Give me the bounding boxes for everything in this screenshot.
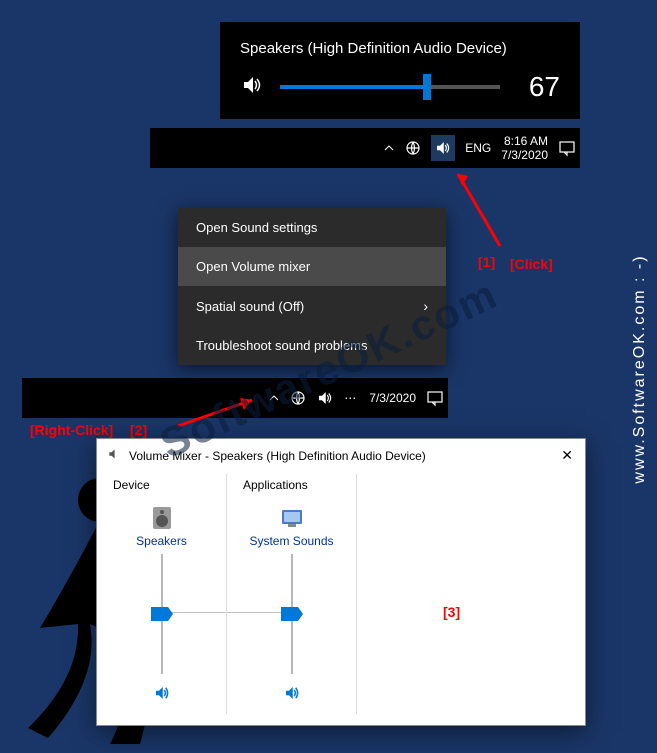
language-indicator[interactable]: ENG bbox=[465, 141, 491, 155]
window-title: Volume Mixer - Speakers (High Definition… bbox=[129, 449, 426, 463]
menu-item-label: Troubleshoot sound problems bbox=[196, 338, 368, 353]
annotation-1-number: [1] bbox=[478, 254, 495, 270]
annotation-1-label: [Click] bbox=[510, 256, 553, 272]
device-volume-slider[interactable] bbox=[148, 554, 176, 674]
device-section-label: Device bbox=[97, 474, 226, 498]
taskbar-date: 7/3/2020 bbox=[501, 148, 548, 162]
device-name[interactable]: Speakers bbox=[97, 534, 226, 548]
action-center-icon[interactable] bbox=[426, 389, 444, 407]
taskbar-date[interactable]: 7/3/2020 bbox=[369, 391, 416, 405]
chevron-right-icon: › bbox=[423, 298, 428, 314]
annotation-2-label: [Right-Click] bbox=[30, 422, 113, 438]
tray-overflow-icon[interactable] bbox=[268, 392, 280, 404]
taskbar-time: 8:16 AM bbox=[504, 134, 548, 148]
app-name[interactable]: System Sounds bbox=[227, 534, 356, 548]
volume-mixer-window: Volume Mixer - Speakers (High Definition… bbox=[96, 438, 586, 726]
app-volume-slider[interactable] bbox=[278, 554, 306, 674]
speaker-device-icon[interactable] bbox=[148, 504, 176, 532]
menu-spatial-sound[interactable]: Spatial sound (Off) › bbox=[178, 286, 446, 326]
arrow-1 bbox=[450, 166, 510, 261]
annotation-2-number: [2] bbox=[130, 422, 147, 438]
volume-value: 67 bbox=[516, 71, 560, 103]
menu-open-volume-mixer[interactable]: Open Volume mixer bbox=[178, 247, 446, 286]
action-center-icon[interactable] bbox=[558, 139, 576, 157]
context-menu: Open Sound settings Open Volume mixer Sp… bbox=[178, 208, 446, 365]
menu-open-sound-settings[interactable]: Open Sound settings bbox=[178, 208, 446, 247]
app-mute-button[interactable] bbox=[227, 684, 356, 707]
taskbar-clock[interactable]: 8:16 AM 7/3/2020 bbox=[501, 134, 548, 163]
menu-troubleshoot[interactable]: Troubleshoot sound problems bbox=[178, 326, 446, 365]
annotation-3-number: [3] bbox=[443, 604, 460, 620]
speaker-small-icon bbox=[107, 447, 121, 464]
volume-tray-icon[interactable] bbox=[316, 389, 334, 407]
network-icon[interactable] bbox=[290, 390, 306, 406]
taskbar-primary: ENG 8:16 AM 7/3/2020 bbox=[150, 128, 580, 168]
volume-flyout: Speakers (High Definition Audio Device) … bbox=[220, 22, 580, 119]
menu-item-label: Spatial sound (Off) bbox=[196, 299, 304, 314]
tray-overflow-icon[interactable] bbox=[383, 142, 395, 154]
watermark-side: www.SoftwareOK.com : -) bbox=[631, 254, 649, 483]
close-button[interactable]: ✕ bbox=[561, 447, 573, 464]
volume-slider[interactable] bbox=[280, 85, 500, 89]
menu-item-label: Open Sound settings bbox=[196, 220, 317, 235]
titlebar: Volume Mixer - Speakers (High Definition… bbox=[97, 439, 585, 472]
applications-section-label: Applications bbox=[227, 474, 356, 498]
language-indicator-partial[interactable]: ⋯ bbox=[344, 391, 359, 405]
volume-tray-icon[interactable] bbox=[431, 135, 455, 161]
device-mute-button[interactable] bbox=[97, 684, 226, 707]
system-sounds-icon[interactable] bbox=[278, 504, 306, 532]
arrow-2 bbox=[170, 394, 270, 439]
speaker-icon[interactable] bbox=[240, 73, 264, 102]
menu-item-label: Open Volume mixer bbox=[196, 259, 310, 274]
volume-device-name: Speakers (High Definition Audio Device) bbox=[240, 40, 560, 57]
network-icon[interactable] bbox=[405, 140, 421, 156]
